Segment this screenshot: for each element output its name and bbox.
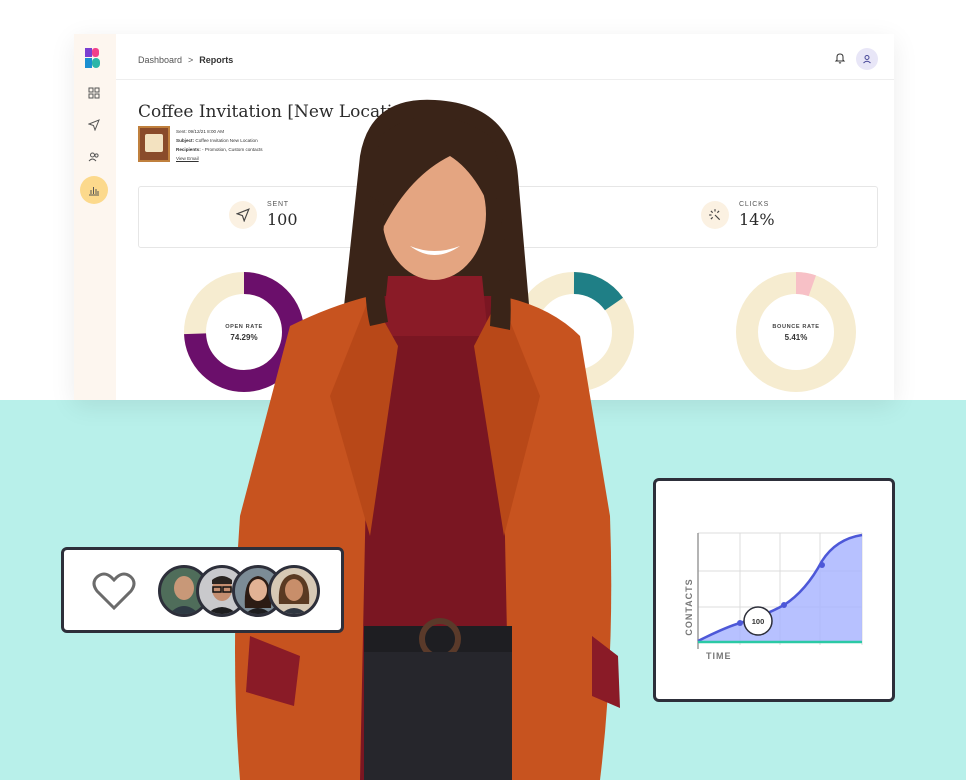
- user-avatar-button[interactable]: [856, 48, 878, 70]
- value-marker-label: 100: [752, 617, 765, 626]
- contacts-chart: 100 CONTACTS TIME: [684, 532, 863, 661]
- campaign-thumbnail: [138, 126, 170, 162]
- donut-track: [736, 272, 856, 392]
- data-point: [737, 620, 743, 626]
- likes-card: [61, 547, 344, 633]
- bounce-rate-label: BOUNCE RATE: [772, 324, 820, 330]
- dashboard-grid-icon[interactable]: [83, 82, 105, 104]
- data-point: [819, 562, 825, 568]
- heart-icon[interactable]: [91, 570, 137, 612]
- bounce-rate-value: 5.41%: [784, 333, 808, 342]
- top-bar: Dashboard > Reports: [116, 34, 894, 80]
- user-icon: [863, 55, 871, 64]
- x-axis-label: TIME: [706, 651, 732, 661]
- subject-label: Subject:: [176, 138, 195, 143]
- data-point: [781, 602, 787, 608]
- breadcrumb-dashboard[interactable]: Dashboard: [138, 55, 182, 65]
- breadcrumb-separator: >: [188, 55, 194, 65]
- contacts-icon[interactable]: [83, 146, 105, 168]
- breadcrumb-reports: Reports: [199, 55, 234, 65]
- reports-chart-icon[interactable]: [80, 176, 108, 204]
- stat-clicks-label: CLICKS: [739, 201, 770, 208]
- avatar: [268, 565, 320, 617]
- sidebar: [74, 34, 116, 400]
- cursor-click-icon: [701, 201, 729, 229]
- stat-clicks: CLICKS 14%: [701, 201, 775, 229]
- send-icon[interactable]: [83, 114, 105, 136]
- bell-icon[interactable]: [834, 52, 846, 64]
- brand-logo: [85, 48, 100, 68]
- contacts-chart-card: 100 CONTACTS TIME: [653, 478, 895, 702]
- breadcrumb: Dashboard > Reports: [138, 55, 233, 65]
- stat-clicks-value: 14%: [739, 210, 775, 229]
- recipients-label: Recipients:: [176, 147, 201, 152]
- woman-photo: [235, 99, 620, 780]
- y-axis-label: CONTACTS: [684, 578, 694, 635]
- bounce-rate-donut: BOUNCE RATE 5.41%: [736, 272, 856, 392]
